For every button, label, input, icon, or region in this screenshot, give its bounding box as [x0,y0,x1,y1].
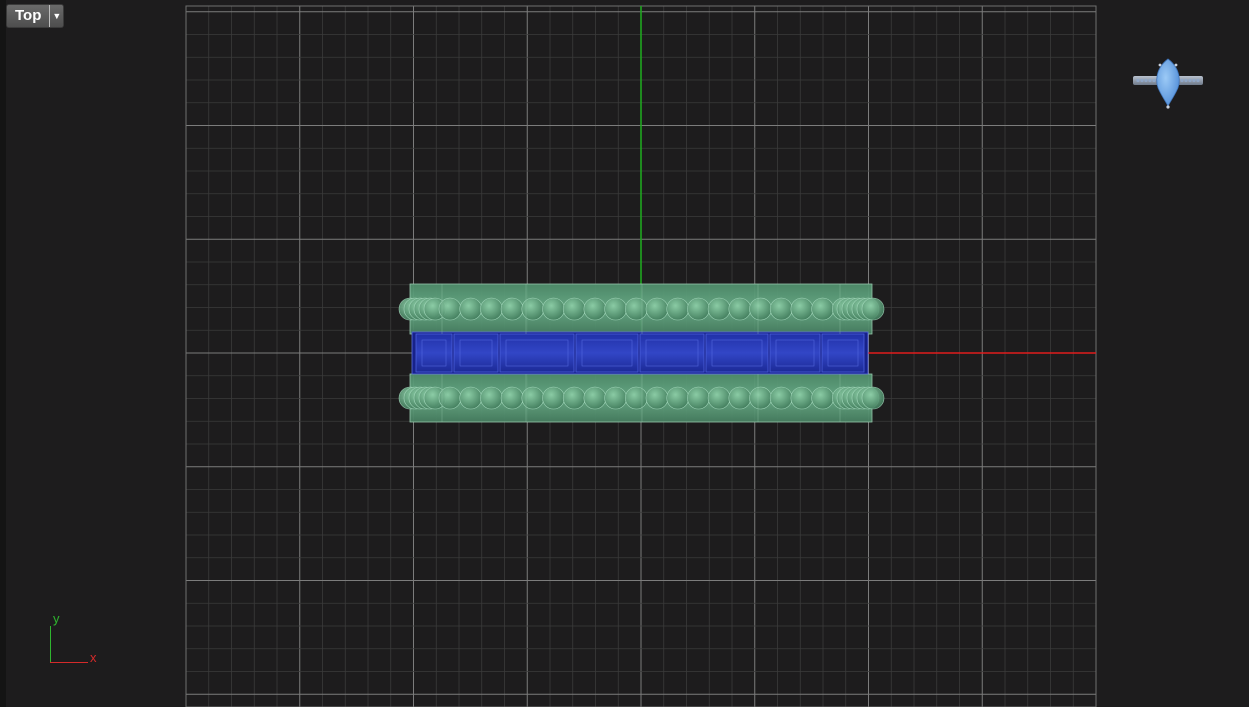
3d-viewport[interactable]: Top ▼ y x [0,0,1249,707]
triangle-down-icon[interactable]: ▼ [49,5,64,27]
ring-model [398,283,885,423]
bead [790,386,814,410]
bead [749,297,772,321]
bead [604,297,627,321]
y-axis-line [50,626,51,662]
bead [521,386,545,410]
bead [645,386,669,410]
bead [687,386,710,410]
bead [583,386,607,410]
viewport-scene[interactable] [0,0,1249,707]
bead [521,297,545,321]
bead [459,386,483,410]
bead [480,297,503,321]
bead [861,297,885,321]
pear-ring-preview-icon [1133,58,1203,109]
bead [811,386,834,410]
x-axis-line [50,662,88,663]
bead [666,386,690,410]
bead [666,297,690,321]
bead [480,386,503,410]
y-axis-label: y [53,611,60,626]
bead [645,297,669,321]
bead [861,386,885,410]
bead [604,386,627,410]
bead [624,386,648,410]
x-axis-label: x [90,650,97,665]
axis-gizmo: y x [44,612,104,668]
bead [438,297,462,321]
bead [728,386,752,410]
bead [583,297,607,321]
bead [459,297,483,321]
bead [562,386,586,410]
bead [542,297,565,321]
bead [728,297,752,321]
bead [562,297,586,321]
bead [749,386,772,410]
bead [811,297,834,321]
bead [769,297,793,321]
view-name-label[interactable]: Top [7,5,50,27]
view-label-tab[interactable]: Top ▼ [7,5,64,27]
bead [707,386,731,410]
bead [542,386,565,410]
bead [624,297,648,321]
bead [438,386,462,410]
bead [500,386,524,410]
bead [707,297,731,321]
bead [790,297,814,321]
bead [687,297,710,321]
bead [769,386,793,410]
bead [500,297,524,321]
